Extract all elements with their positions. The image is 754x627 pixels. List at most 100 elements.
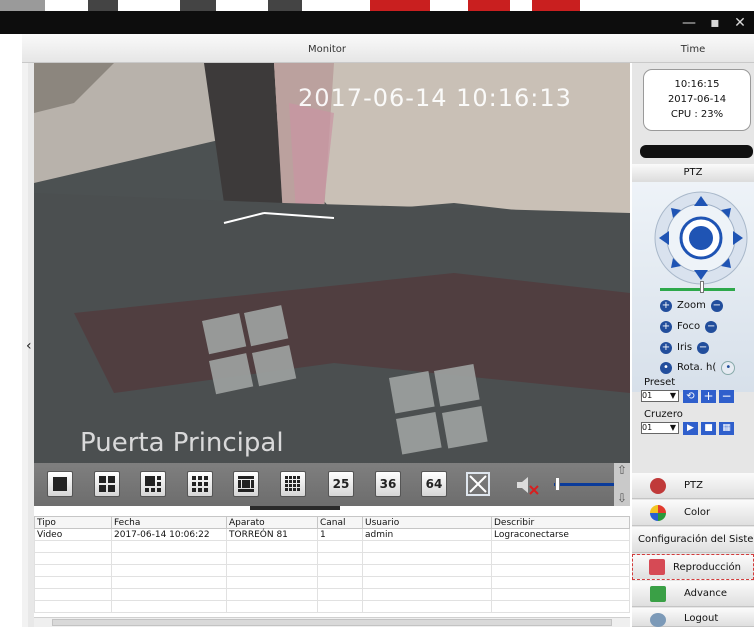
zoom-in-button[interactable]: +	[660, 300, 672, 312]
dropdown-arrow-icon: ▼	[669, 423, 676, 432]
scroll-up-icon[interactable]: ⇧	[614, 463, 630, 477]
cruise-select[interactable]: 01 ▼	[641, 422, 679, 434]
layout-13-icon	[238, 476, 254, 492]
cell-tipo: Video	[34, 528, 112, 541]
focus-in-button[interactable]: +	[660, 321, 672, 333]
layout-9-icon	[192, 476, 208, 492]
rotate-right-button[interactable]: •	[721, 361, 736, 375]
maximize-button[interactable]: ▪	[707, 15, 723, 31]
col-canal[interactable]: Canal	[317, 516, 363, 529]
menu-color[interactable]: Color	[632, 500, 754, 526]
menu-config[interactable]: Configuración del Sistema	[632, 527, 754, 553]
layout-4-button[interactable]	[94, 471, 120, 497]
close-button[interactable]: ✕	[732, 15, 748, 31]
col-usuario[interactable]: Usuario	[362, 516, 492, 529]
clock-date: 2017-06-14	[667, 94, 727, 105]
table-row	[34, 552, 630, 565]
layout-1-icon	[53, 477, 67, 491]
volume-slider[interactable]	[554, 483, 614, 486]
menu-advance[interactable]: Advance	[632, 581, 754, 607]
toolbar-scrollbar[interactable]: ⇧ ⇩	[614, 463, 630, 506]
cell-aparato: TORREÓN 81	[226, 528, 318, 541]
menu-playback[interactable]: Reproducción	[632, 554, 754, 580]
log-scrollbar-thumb[interactable]	[52, 619, 612, 626]
preset-add-button[interactable]: +	[701, 390, 716, 403]
layout-25-button[interactable]: 25	[328, 471, 354, 497]
iris-close-button[interactable]: −	[697, 342, 710, 354]
fullscreen-icon	[466, 472, 490, 496]
layout-13-button[interactable]	[233, 471, 259, 497]
menu-config-label: Configuración del Sistema	[638, 534, 754, 545]
event-log-table: Tipo Fecha Aparato Canal Usuario Describ…	[34, 516, 630, 613]
layout-6-button[interactable]	[140, 471, 166, 497]
clock-display: 10:16:15 2017-06-14 CPU : 23%	[643, 69, 751, 131]
ptz-direction-pad[interactable]	[653, 190, 749, 286]
ptz-speed-slider[interactable]	[660, 288, 735, 291]
mute-button[interactable]	[514, 474, 540, 496]
menu-ptz[interactable]: PTZ	[632, 473, 754, 499]
ptz-speed-handle[interactable]	[700, 281, 704, 293]
menu-advance-label: Advance	[684, 588, 728, 599]
layout-6-icon	[145, 476, 161, 492]
cell-usuario: admin	[362, 528, 492, 541]
log-resize-handle[interactable]	[250, 506, 340, 510]
menu-playback-label: Reproducción	[673, 561, 741, 573]
rotate-label: Rota. h(	[677, 362, 717, 373]
focus-label: Foco	[677, 321, 701, 332]
menu-logout-label: Logout	[684, 613, 719, 624]
camera-view[interactable]	[34, 63, 630, 463]
cell-canal: 1	[317, 528, 363, 541]
iris-open-button[interactable]: +	[660, 342, 672, 354]
minimize-button[interactable]: —	[681, 15, 697, 31]
cruise-play-button[interactable]: ▶	[683, 422, 698, 435]
table-row	[34, 564, 630, 577]
col-aparato[interactable]: Aparato	[226, 516, 318, 529]
layout-16-button[interactable]	[280, 471, 306, 497]
status-bar	[640, 145, 753, 158]
speaker-muted-icon	[517, 477, 539, 495]
col-tipo[interactable]: Tipo	[34, 516, 112, 529]
preset-label: Preset	[644, 377, 676, 388]
table-header-row: Tipo Fecha Aparato Canal Usuario Describ…	[34, 516, 630, 529]
cell-fecha: 2017-06-14 10:06:22	[111, 528, 227, 541]
focus-out-button[interactable]: −	[705, 321, 718, 333]
cpu-usage: CPU : 23%	[670, 109, 724, 120]
preset-call-button[interactable]: ⟲	[683, 390, 698, 403]
preset-value: 01	[642, 391, 653, 400]
panel-header: Monitor Time	[22, 34, 754, 63]
table-row[interactable]: Video 2017-06-14 10:06:22 TORREÓN 81 1 a…	[34, 528, 630, 541]
clock-time: 10:16:15	[674, 79, 720, 90]
cell-describir: Lograconectarse	[491, 528, 630, 541]
zoom-row: + Zoom −	[660, 299, 723, 313]
table-row	[34, 600, 630, 613]
ptz-icon	[650, 477, 666, 494]
col-fecha[interactable]: Fecha	[111, 516, 227, 529]
menu-logout[interactable]: Logout	[632, 608, 754, 627]
direction-pad-icon	[654, 191, 748, 285]
table-row	[34, 588, 630, 601]
color-icon	[650, 504, 666, 521]
layout-36-button[interactable]: 36	[375, 471, 401, 497]
logo-watermark	[0, 0, 754, 11]
advance-icon	[650, 585, 666, 602]
dropdown-arrow-icon: ▼	[669, 391, 676, 400]
cruise-stop-button[interactable]: ■	[701, 422, 716, 435]
layout-64-button[interactable]: 64	[421, 471, 447, 497]
monitor-title: Monitor	[307, 44, 346, 55]
preset-select[interactable]: 01 ▼	[641, 390, 679, 402]
zoom-label: Zoom	[677, 300, 706, 311]
col-describir[interactable]: Describir	[491, 516, 630, 529]
camera-name-overlay: Puerta Principal	[80, 428, 284, 458]
rotate-left-button[interactable]: •	[660, 362, 672, 374]
preset-remove-button[interactable]: −	[719, 390, 734, 403]
layout-4-icon	[99, 476, 115, 492]
layout-9-button[interactable]	[187, 471, 213, 497]
scroll-down-icon[interactable]: ⇩	[614, 491, 630, 505]
iris-row: + Iris −	[660, 341, 710, 355]
fullscreen-button[interactable]	[466, 472, 490, 496]
cruise-value: 01	[642, 423, 653, 432]
volume-slider-handle[interactable]	[555, 477, 560, 491]
cruise-grid-button[interactable]: ▦	[719, 422, 734, 435]
layout-1-button[interactable]	[47, 471, 73, 497]
zoom-out-button[interactable]: −	[710, 300, 723, 312]
